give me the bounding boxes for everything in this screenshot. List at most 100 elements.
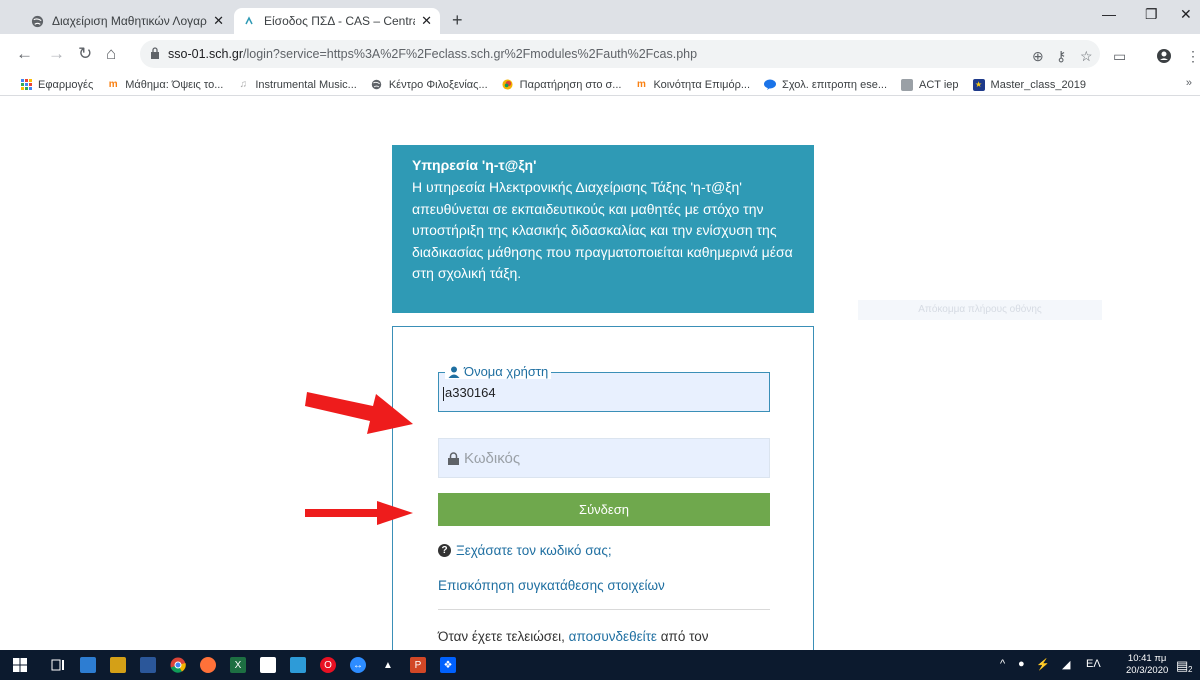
new-tab-icon[interactable]: + (452, 10, 463, 31)
office-icon[interactable] (140, 657, 156, 673)
star-icon[interactable]: ☆ (1080, 48, 1093, 65)
consent-review-link[interactable]: Επισκόπηση συγκατάθεσης στοιχείων (438, 578, 665, 593)
key-icon[interactable]: ⚷ (1056, 48, 1066, 65)
teamviewer-icon[interactable]: ↔ (350, 657, 366, 673)
chrome-icon[interactable] (170, 657, 186, 673)
login-button[interactable]: Σύνδεση (438, 493, 770, 526)
tab-inactive[interactable]: Διαχείριση Μαθητικών Λογαρια ✕ (22, 8, 232, 34)
username-label: Όνομα χρήστη (464, 364, 549, 379)
eu-flag-icon: ★ (972, 78, 985, 91)
location-icon[interactable]: ⊕ (1032, 48, 1044, 65)
doc-icon (901, 78, 913, 91)
windows-taskbar: X O ↔ ▲ P ❖ ^ ● ⚡ ◢ ΕΛ 10:41 πμ 20/3/202… (0, 650, 1200, 680)
home-icon[interactable]: ⌂ (106, 44, 116, 64)
close-tab-icon[interactable]: ✕ (213, 13, 224, 29)
divider (438, 609, 770, 610)
firefox-icon[interactable] (200, 657, 216, 673)
lock-icon (447, 451, 460, 465)
tray-app-icon[interactable]: ● (1018, 658, 1025, 670)
bookmark-label: Κέντρο Φιλοξενίας... (388, 78, 488, 91)
page-favicon-icon (242, 14, 256, 28)
network-icon[interactable]: ⚡ (1036, 658, 1050, 671)
opera-icon[interactable]: O (320, 657, 336, 673)
bookmark-apps[interactable]: Εφαρμογές (20, 79, 93, 91)
logout-note: Όταν έχετε τελειώσει, αποσυνδεθείτε από … (438, 629, 708, 644)
notifications-icon[interactable]: ▤ (1176, 658, 1188, 674)
bookmark-label: Κοινότητα Επιμόρ... (653, 78, 751, 91)
bookmark-label: Εφαρμογές (38, 78, 94, 91)
username-input[interactable]: a330164 (443, 385, 743, 401)
back-icon[interactable]: ← (16, 44, 33, 64)
music-icon: ♫ (239, 79, 248, 90)
bookmark-label: ACT iep (919, 78, 959, 91)
bookmarks-bar: Εφαρμογές m Μάθημα: Όψεις το... ♫ Instru… (0, 74, 1200, 96)
tab-title: Είσοδος ΠΣΔ - CAS – Central Aut (264, 14, 415, 28)
colorful-circle-icon (502, 79, 514, 91)
bookmarks-overflow-icon[interactable]: » (1186, 77, 1192, 89)
username-legend: Όνομα χρήστη (445, 364, 552, 379)
cast-icon[interactable]: ▭ (1113, 48, 1126, 65)
wifi-icon[interactable]: ◢ (1062, 658, 1070, 671)
username-value: a330164 (445, 385, 496, 400)
bookmark-item[interactable]: m Κοινότητα Επιμόρ... (635, 79, 750, 91)
clock[interactable]: 10:41 πμ 20/3/2020 (1126, 653, 1168, 677)
bookmark-label: Μάθημα: Όψεις το... (125, 78, 224, 91)
lock-icon (150, 46, 160, 62)
powerpoint-icon[interactable]: P (410, 657, 426, 673)
bookmark-item[interactable]: ACT iep (901, 78, 959, 91)
windows-start-icon[interactable] (12, 657, 28, 673)
minimize-icon[interactable]: — (1102, 6, 1116, 22)
bookmark-item[interactable]: m Μάθημα: Όψεις το... (107, 78, 224, 91)
vlc-icon[interactable]: ▲ (380, 657, 396, 673)
desktop-icon[interactable] (80, 657, 96, 673)
close-tab-icon[interactable]: ✕ (421, 13, 432, 29)
menu-kebab-icon[interactable]: ⋮ (1186, 48, 1200, 65)
bookmark-item[interactable]: Παρατήρηση στο σ... (502, 79, 621, 91)
globe-icon (371, 79, 383, 91)
moodle-icon: m (108, 79, 118, 90)
tray-up-icon[interactable]: ^ (1000, 658, 1005, 670)
bookmark-label: Master_class_2019 (990, 78, 1086, 91)
annotation-arrow-username (305, 392, 413, 434)
dropbox-icon[interactable]: ❖ (440, 657, 456, 673)
question-icon: ? (438, 544, 451, 557)
file-icon[interactable] (260, 657, 276, 673)
language-indicator[interactable]: ΕΛ (1086, 658, 1101, 670)
notification-count: 2 (1188, 665, 1193, 674)
chat-icon (764, 79, 777, 91)
username-field[interactable]: Όνομα χρήστη a330164 (438, 364, 770, 412)
restore-icon[interactable]: ❐ (1145, 6, 1158, 23)
bookmark-item[interactable]: ♫ Instrumental Music... (237, 78, 357, 91)
bookmark-item[interactable]: Σχολ. επιτροπη ese... (764, 79, 887, 91)
password-placeholder: Κωδικός (464, 449, 521, 467)
tab-active[interactable]: Είσοδος ΠΣΔ - CAS – Central Aut ✕ (234, 8, 440, 34)
apps-grid-icon (20, 79, 32, 91)
clock-date: 20/3/2020 (1126, 665, 1169, 676)
profile-icon[interactable] (1156, 48, 1172, 67)
bookmark-label: Σχολ. επιτροπη ese... (782, 78, 887, 91)
forgot-password-label: Ξεχάσατε τον κωδικό σας; (456, 543, 612, 558)
reload-icon[interactable]: ↻ (78, 44, 92, 64)
clock-time: 10:41 πμ (1127, 653, 1167, 664)
service-description: Η υπηρεσία Ηλεκτρονικής Διαχείρισης Τάξη… (412, 179, 793, 281)
logout-link[interactable]: αποσυνδεθείτε (569, 629, 657, 644)
password-input[interactable]: Κωδικός (438, 438, 770, 478)
store-icon[interactable] (110, 657, 126, 673)
excel-icon[interactable]: X (230, 657, 246, 673)
address-bar[interactable]: sso-01.sch.gr/login?service=https%3A%2F%… (140, 40, 1100, 68)
login-form: Όνομα χρήστη a330164 Κωδικός Σύνδεση ? Ξ… (392, 326, 814, 666)
url-host: sso-01.sch.gr (168, 47, 244, 61)
mail-icon[interactable] (290, 657, 306, 673)
close-window-icon[interactable]: ✕ (1180, 6, 1192, 23)
bookmark-item[interactable]: ★ Master_class_2019 (972, 78, 1086, 91)
logout-prefix: Όταν έχετε τελειώσει, (438, 629, 569, 644)
url-path: /login?service=https%3A%2F%2Feclass.sch.… (243, 47, 698, 61)
task-view-icon[interactable] (50, 657, 66, 673)
forgot-password-link[interactable]: ? Ξεχάσατε τον κωδικό σας; (438, 543, 612, 558)
service-title: Υπηρεσία 'η-τ@ξη' (412, 157, 537, 173)
bookmark-item[interactable]: Κέντρο Φιλοξενίας... (371, 79, 488, 91)
logout-suffix: από τον (656, 629, 709, 644)
bookmark-label: Instrumental Music... (255, 78, 357, 91)
forward-icon[interactable]: → (48, 44, 65, 64)
browser-tab-strip: Διαχείριση Μαθητικών Λογαρια ✕ Είσοδος Π… (0, 0, 1200, 34)
